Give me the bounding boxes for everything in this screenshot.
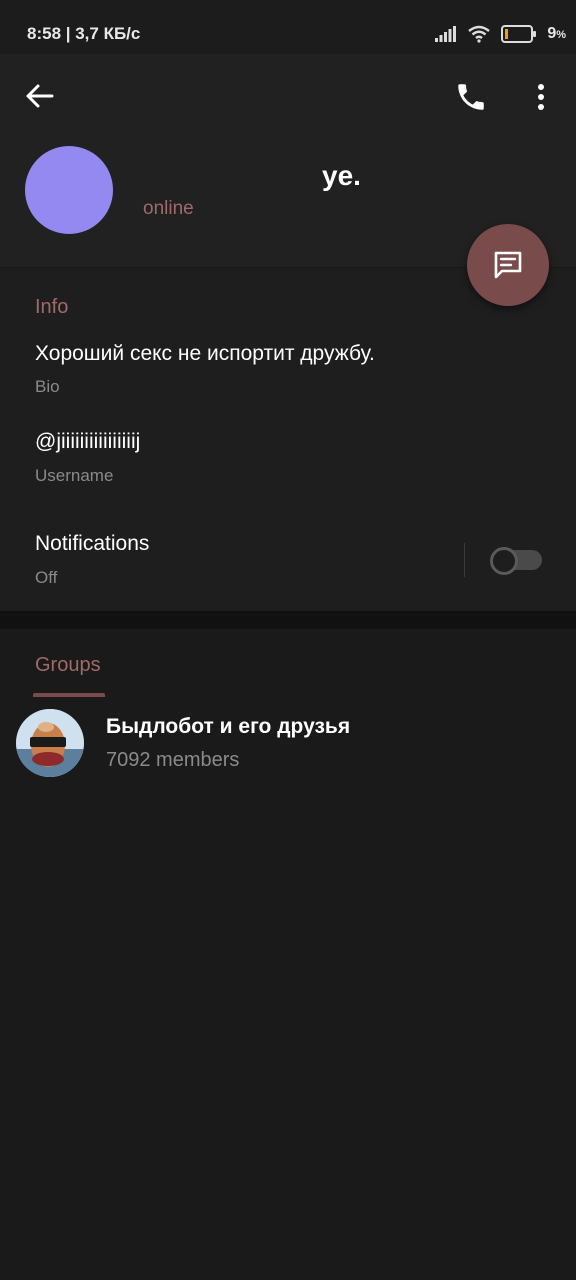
group-name: Быдлобот и его друзья xyxy=(106,715,351,738)
wifi-icon xyxy=(468,25,491,43)
notifications-toggle[interactable] xyxy=(490,547,542,575)
groups-tab-indicator xyxy=(33,693,105,697)
profile-avatar[interactable] xyxy=(25,146,113,234)
info-title: Info xyxy=(35,296,69,318)
phone-icon xyxy=(458,84,484,110)
status-icons: 9% xyxy=(435,22,566,46)
more-vertical-icon xyxy=(538,84,544,110)
notifications-value: Off xyxy=(35,568,58,587)
profile-name: ye. xyxy=(322,160,361,191)
send-message-button[interactable] xyxy=(467,224,549,306)
username-value: @jiiiiiiiiiiiiiiiij xyxy=(35,430,141,453)
divider xyxy=(464,543,465,577)
group-list-item[interactable]: Быдлобот и его друзья 7092 members xyxy=(0,699,576,799)
message-icon xyxy=(494,251,522,279)
online-status: online xyxy=(143,198,194,219)
battery-icon xyxy=(501,25,537,43)
more-options-button[interactable] xyxy=(530,80,552,114)
signal-icon xyxy=(435,26,457,42)
section-divider xyxy=(0,611,576,629)
arrow-left-icon xyxy=(26,84,54,108)
group-avatar-image xyxy=(16,709,84,777)
group-members-count: 7092 members xyxy=(106,749,240,771)
notifications-label: Notifications xyxy=(35,532,150,555)
groups-title[interactable]: Groups xyxy=(35,654,101,677)
bio-label: Bio xyxy=(35,377,60,396)
status-bar: 8:58 | 3,7 КБ/с 9% xyxy=(0,0,576,54)
username-label: Username xyxy=(35,466,114,485)
call-button[interactable] xyxy=(454,80,488,114)
status-time: 8:58 | 3,7 КБ/с xyxy=(27,24,141,43)
groups-section: Groups Быдлобот и его друзья 7092 member… xyxy=(0,629,576,1280)
battery-percent: 9% xyxy=(547,25,566,42)
bio-value: Хороший секс не испортит дружбу. xyxy=(35,342,375,365)
back-button[interactable] xyxy=(24,82,56,110)
toggle-knob xyxy=(490,547,518,575)
info-section: Info Хороший секс не испортит дружбу. Bi… xyxy=(0,268,576,611)
group-avatar xyxy=(16,709,84,777)
